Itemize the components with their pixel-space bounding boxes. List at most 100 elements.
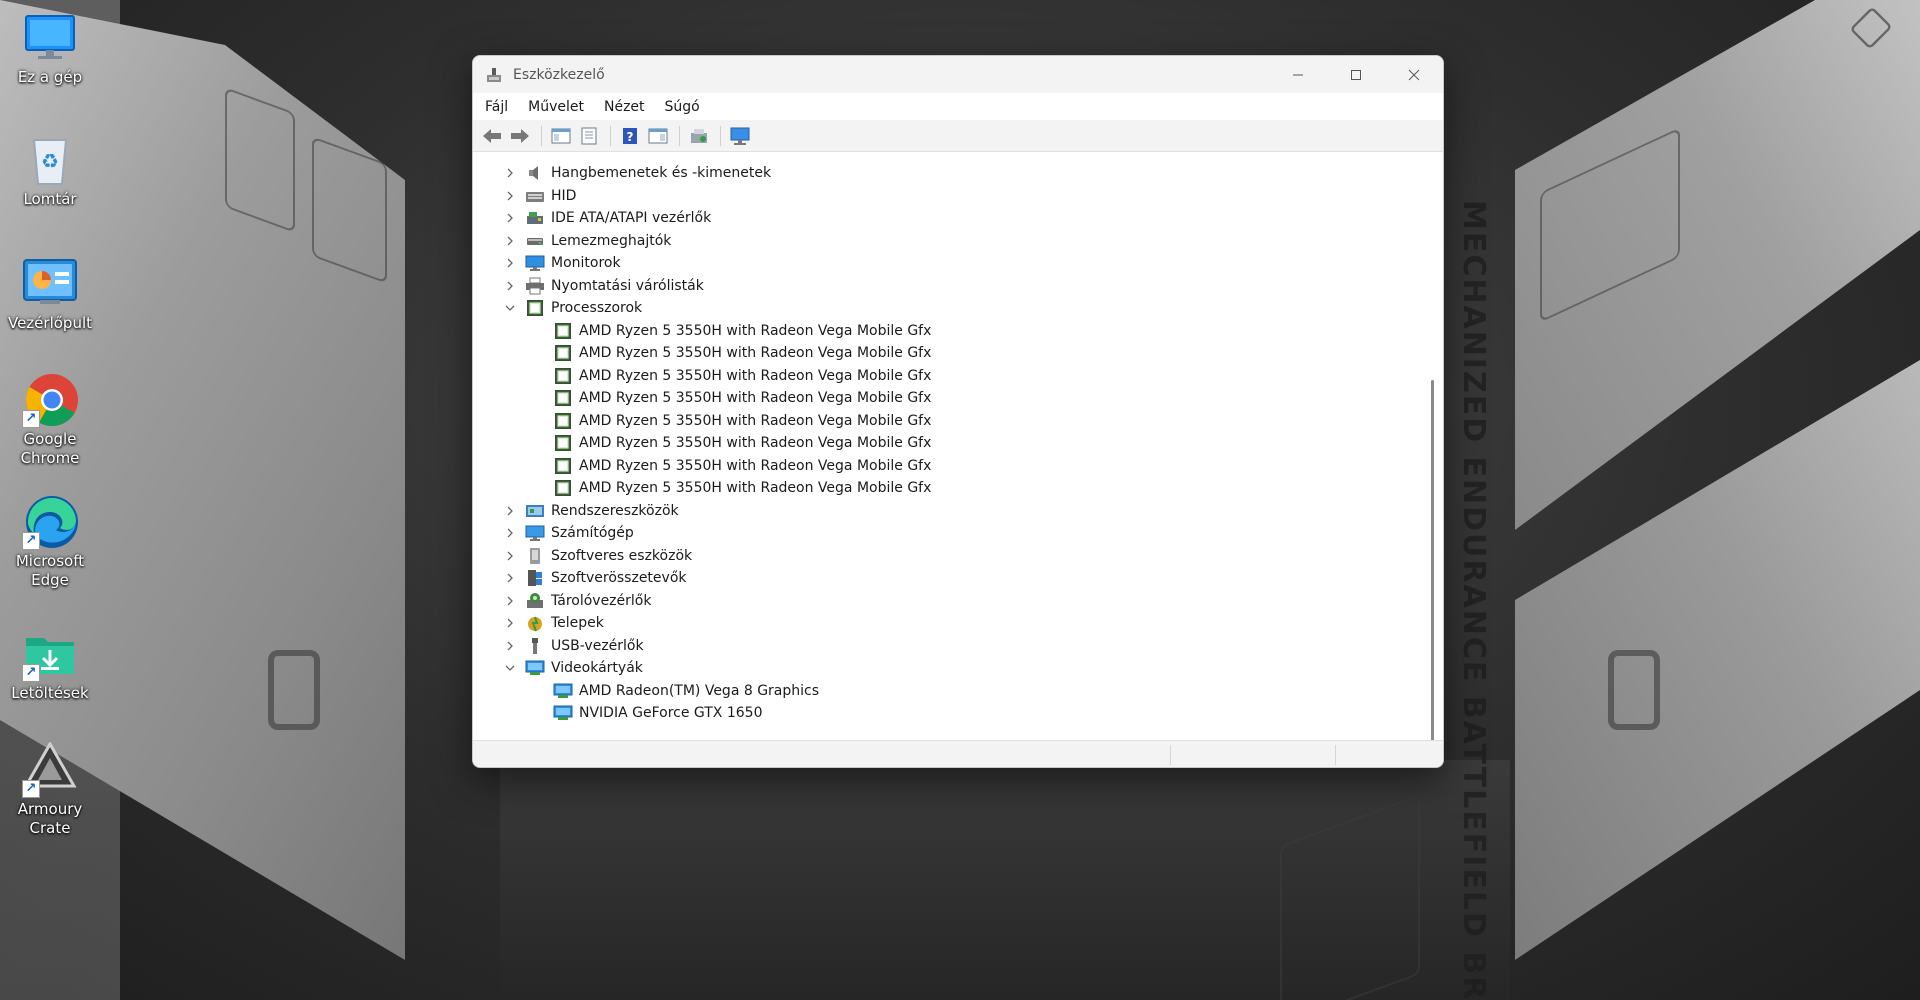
monitor-icon	[22, 10, 78, 66]
tree-device-label: AMD Ryzen 5 3550H with Radeon Vega Mobil…	[579, 367, 932, 384]
close-icon	[1408, 69, 1420, 80]
chevron-right-icon[interactable]	[503, 616, 517, 630]
chrome-icon: ↗	[22, 372, 78, 428]
toolbar-separator	[541, 125, 542, 146]
chevron-right-icon[interactable]	[503, 526, 517, 540]
tree-category[interactable]: Szoftveres eszközök	[477, 545, 1423, 568]
chevron-right-icon[interactable]	[503, 211, 517, 225]
desktop-icon-microsoft-edge[interactable]: ↗ Microsoft Edge	[0, 494, 100, 590]
software-device-icon	[525, 547, 545, 565]
menu-view[interactable]: Nézet	[604, 99, 645, 115]
desktop-icon-armoury-crate[interactable]: ↗ Armoury Crate	[0, 740, 100, 838]
menu-action[interactable]: Művelet	[528, 99, 584, 115]
tree-device[interactable]: AMD Ryzen 5 3550H with Radeon Vega Mobil…	[477, 477, 1423, 500]
tree-category[interactable]: Lemezmeghajtók	[477, 230, 1423, 253]
menu-bar: Fájl Művelet Nézet Súgó	[473, 93, 1443, 120]
desktop-icon-control-panel[interactable]: Vezérlőpult	[0, 256, 100, 333]
forward-button[interactable]	[507, 124, 533, 148]
properties-button[interactable]	[576, 124, 602, 148]
chevron-right-icon[interactable]	[503, 166, 517, 180]
tree-device[interactable]: AMD Ryzen 5 3550H with Radeon Vega Mobil…	[477, 410, 1423, 433]
update-driver-icon	[691, 128, 707, 143]
scrollbar-thumb[interactable]	[1431, 380, 1434, 767]
tree-device[interactable]: AMD Ryzen 5 3550H with Radeon Vega Mobil…	[477, 387, 1423, 410]
processor-icon	[553, 344, 573, 362]
desktop-icon-label: Google Chrome	[20, 430, 80, 467]
tree-device[interactable]: AMD Radeon(TM) Vega 8 Graphics	[477, 680, 1423, 703]
minimize-button[interactable]	[1269, 56, 1327, 93]
chevron-right-icon[interactable]	[503, 234, 517, 248]
chevron-right-icon[interactable]	[503, 639, 517, 653]
tree-device-label: AMD Radeon(TM) Vega 8 Graphics	[579, 682, 820, 699]
toolbar: ?	[473, 120, 1443, 152]
update-driver-button[interactable]	[686, 124, 712, 148]
tree-category[interactable]: Monitorok	[477, 252, 1423, 275]
title-bar[interactable]: Eszközkezelő	[473, 56, 1443, 93]
chevron-right-icon[interactable]	[503, 189, 517, 203]
desktop-icon-downloads[interactable]: ↗ Letöltések	[0, 626, 100, 703]
chevron-right-icon[interactable]	[503, 504, 517, 518]
tree-category-label: Monitorok	[551, 255, 621, 272]
tree-device[interactable]: AMD Ryzen 5 3550H with Radeon Vega Mobil…	[477, 320, 1423, 343]
chevron-right-icon[interactable]	[503, 256, 517, 270]
tree-category[interactable]: Számítógép	[477, 522, 1423, 545]
tree-device[interactable]: AMD Ryzen 5 3550H with Radeon Vega Mobil…	[477, 432, 1423, 455]
desktop-icon-google-chrome[interactable]: ↗ Google Chrome	[0, 372, 100, 468]
chevron-down-icon[interactable]	[503, 301, 517, 315]
tree-device[interactable]: NVIDIA GeForce GTX 1650	[477, 702, 1423, 725]
processor-icon	[553, 389, 573, 407]
action-pane-button[interactable]	[645, 124, 671, 148]
scan-hardware-button[interactable]	[727, 124, 753, 148]
desktop-icon-label: Ez a gép	[17, 68, 83, 86]
close-button[interactable]	[1385, 56, 1443, 93]
tree-device-label: AMD Ryzen 5 3550H with Radeon Vega Mobil…	[579, 457, 932, 474]
tree-category-label: IDE ATA/ATAPI vezérlők	[551, 210, 712, 227]
tree-category[interactable]: IDE ATA/ATAPI vezérlők	[477, 207, 1423, 230]
tree-category[interactable]: Nyomtatási várólisták	[477, 275, 1423, 298]
tree-category[interactable]: Telepek	[477, 612, 1423, 635]
tree-device[interactable]: AMD Ryzen 5 3550H with Radeon Vega Mobil…	[477, 342, 1423, 365]
tree-category[interactable]: USB-vezérlők	[477, 635, 1423, 658]
processor-icon	[553, 412, 573, 430]
tree-category[interactable]: Processzorok	[477, 297, 1423, 320]
tree-device-label: AMD Ryzen 5 3550H with Radeon Vega Mobil…	[579, 480, 932, 497]
chevron-right-icon[interactable]	[503, 571, 517, 585]
chevron-right-icon[interactable]	[503, 594, 517, 608]
usb-icon	[525, 637, 545, 655]
maximize-button[interactable]	[1327, 56, 1385, 93]
tree-device-label: AMD Ryzen 5 3550H with Radeon Vega Mobil…	[579, 435, 932, 452]
tree-category[interactable]: HID	[477, 185, 1423, 208]
desktop-icon-label: Armoury Crate	[17, 800, 83, 837]
device-tree[interactable]: Hangbemenetek és -kimenetek HID IDE ATA/AT…	[477, 158, 1423, 734]
status-separator	[1170, 745, 1171, 765]
tree-category-label: Tárolóvezérlők	[551, 592, 652, 609]
vertical-scrollbar[interactable]	[1428, 158, 1438, 767]
tree-category[interactable]: Tárolóvezérlők	[477, 590, 1423, 613]
back-button[interactable]	[479, 124, 505, 148]
tree-category[interactable]: Videokártyák	[477, 657, 1423, 680]
processor-icon	[553, 457, 573, 475]
wallpaper-inset	[225, 87, 295, 233]
tree-category-label: Processzorok	[551, 300, 643, 317]
shortcut-arrow-icon: ↗	[22, 664, 40, 682]
help-icon: ?	[623, 127, 637, 144]
chevron-down-icon[interactable]	[503, 661, 517, 675]
edge-icon: ↗	[22, 494, 78, 550]
device-manager-window[interactable]: Eszközkezelő Fájl Művelet Nézet Súgó ? H…	[472, 55, 1444, 768]
tree-device[interactable]: AMD Ryzen 5 3550H with Radeon Vega Mobil…	[477, 455, 1423, 478]
tree-device[interactable]: AMD Ryzen 5 3550H with Radeon Vega Mobil…	[477, 365, 1423, 388]
speaker-icon	[525, 164, 545, 182]
chevron-right-icon[interactable]	[503, 279, 517, 293]
desktop-icon-recycle-bin[interactable]: ♻ Lomtár	[0, 132, 100, 209]
window-title: Eszközkezelő	[513, 66, 605, 83]
chevron-right-icon[interactable]	[503, 549, 517, 563]
console-tree-button[interactable]	[548, 124, 574, 148]
desktop-icon-this-pc[interactable]: Ez a gép	[0, 10, 100, 87]
menu-help[interactable]: Súgó	[665, 99, 700, 115]
processor-icon	[553, 322, 573, 340]
menu-file[interactable]: Fájl	[485, 99, 508, 115]
help-button[interactable]: ?	[617, 124, 643, 148]
tree-category[interactable]: Szoftverösszetevők	[477, 567, 1423, 590]
tree-category[interactable]: Hangbemenetek és -kimenetek	[477, 162, 1423, 185]
tree-category[interactable]: Rendszereszközök	[477, 500, 1423, 523]
